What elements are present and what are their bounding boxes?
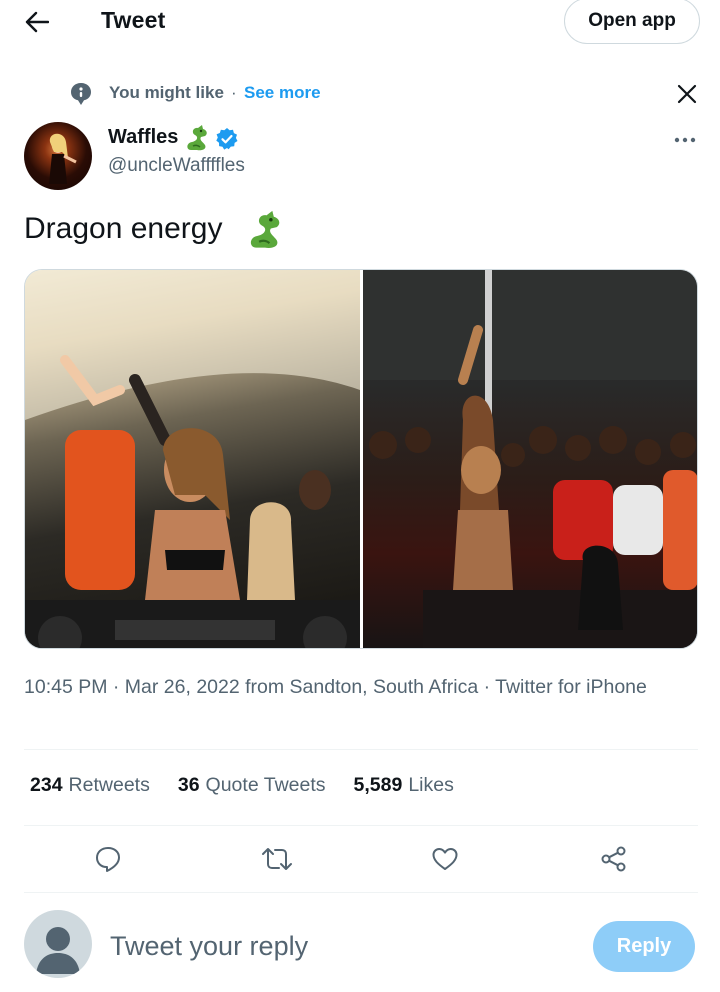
reply-button[interactable] xyxy=(92,843,124,875)
likes-label: Likes xyxy=(408,774,454,796)
tweet-text: Dragon energy xyxy=(24,212,223,245)
open-app-button[interactable]: Open app xyxy=(564,0,700,44)
tweet-photo-left[interactable] xyxy=(25,270,360,648)
photo-icon xyxy=(25,270,360,648)
speech-bubble-icon xyxy=(71,83,91,105)
reply-submit-button[interactable]: Reply xyxy=(593,921,695,972)
quote-tweets-label: Quote Tweets xyxy=(205,774,326,796)
avatar-figure xyxy=(49,133,77,184)
default-avatar-icon xyxy=(36,927,80,974)
like-button[interactable] xyxy=(429,843,461,875)
divider xyxy=(24,749,698,750)
retweet-icon xyxy=(262,848,292,870)
verified-badge-icon xyxy=(216,128,238,150)
retweet-button[interactable] xyxy=(261,843,293,875)
suggestion-header: You might like · See more xyxy=(0,72,720,112)
likes-stat[interactable]: 5,589 Likes xyxy=(354,774,454,802)
quote-tweets-stat[interactable]: 36 Quote Tweets xyxy=(178,774,326,802)
dragon-icon xyxy=(187,125,207,151)
retweets-count: 234 xyxy=(30,774,63,796)
share-button[interactable] xyxy=(598,843,630,875)
share-icon xyxy=(601,846,626,872)
suggestion-label: You might like xyxy=(109,83,224,102)
reply-input[interactable] xyxy=(110,928,570,964)
author-display-name[interactable]: Waffles xyxy=(108,126,178,149)
tweet-timestamp[interactable]: 10:45 PM · Mar 26, 2022 from Sandton, So… xyxy=(24,673,684,701)
photo-icon xyxy=(362,270,697,648)
author-handle[interactable]: @uncleWaffffles xyxy=(108,155,245,177)
tweet-photo-right[interactable] xyxy=(362,270,697,648)
author-avatar[interactable] xyxy=(24,122,92,190)
reply-icon xyxy=(96,847,120,872)
heart-icon xyxy=(432,848,458,870)
see-more-link[interactable]: See more xyxy=(244,83,321,103)
reply-composer: Reply xyxy=(0,900,720,992)
quote-tweets-count: 36 xyxy=(177,774,200,796)
back-button[interactable] xyxy=(22,8,52,36)
retweets-stat[interactable]: 234 Retweets xyxy=(30,774,150,802)
top-bar: Tweet Open app xyxy=(0,0,720,44)
arrow-left-icon xyxy=(25,11,49,33)
close-icon[interactable] xyxy=(673,80,701,108)
dragon-icon xyxy=(250,210,280,248)
tweet-stats: 234 Retweets 36 Quote Tweets 5,589 Likes xyxy=(30,774,482,802)
likes-count: 5,589 xyxy=(353,774,403,796)
more-options-icon[interactable] xyxy=(670,126,700,154)
divider xyxy=(24,825,698,826)
separator-dot: · xyxy=(231,83,237,102)
divider xyxy=(24,892,698,893)
user-avatar xyxy=(24,910,92,978)
tweet-media xyxy=(24,269,698,649)
retweets-label: Retweets xyxy=(68,774,150,796)
page-title: Tweet xyxy=(101,7,166,33)
